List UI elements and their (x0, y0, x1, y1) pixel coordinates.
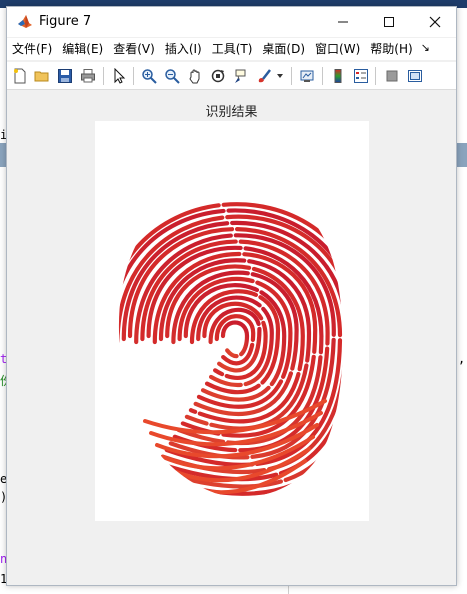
fingerprint-image[interactable] (95, 121, 369, 521)
print-icon[interactable] (79, 67, 97, 85)
brush-dropdown-icon[interactable] (275, 67, 285, 85)
rotate-3d-icon[interactable] (209, 67, 227, 85)
window-title: Figure 7 (39, 14, 92, 29)
zoom-in-icon[interactable] (140, 67, 158, 85)
toolbar-separator (375, 67, 376, 85)
menu-window[interactable]: 窗口(W) (310, 38, 365, 60)
show-tools-icon[interactable] (406, 67, 424, 85)
toolbar-separator (291, 67, 292, 85)
figure-window: Figure 7 文件(F) 编辑(E) 查看(V) 插入(I) 工具(T) 桌… (6, 6, 457, 586)
toolbar-separator (322, 67, 323, 85)
menu-insert[interactable]: 插入(I) (160, 38, 207, 60)
menu-bar: 文件(F) 编辑(E) 查看(V) 插入(I) 工具(T) 桌面(D) 窗口(W… (7, 38, 456, 60)
legend-icon[interactable] (352, 67, 370, 85)
background-code-fragment: , (458, 352, 466, 366)
hide-tools-icon[interactable] (383, 67, 401, 85)
link-plot-icon[interactable] (298, 67, 316, 85)
menu-view[interactable]: 查看(V) (108, 38, 160, 60)
title-bar[interactable]: Figure 7 (7, 7, 456, 37)
new-figure-icon[interactable] (11, 67, 29, 85)
plot-area: 识别结果 (7, 91, 456, 585)
menu-tools[interactable]: 工具(T) (207, 38, 258, 60)
save-icon[interactable] (56, 67, 74, 85)
menu-help[interactable]: 帮助(H) (365, 38, 417, 60)
close-button[interactable] (412, 7, 458, 37)
pointer-icon[interactable] (110, 67, 128, 85)
menu-desktop[interactable]: 桌面(D) (257, 38, 310, 60)
toolbar-separator (133, 67, 134, 85)
matlab-logo-icon (17, 14, 33, 30)
menu-edit[interactable]: 编辑(E) (57, 38, 108, 60)
axes-title: 识别结果 (205, 105, 258, 120)
toolbar-separator (103, 67, 104, 85)
figure-toolbar (7, 62, 456, 90)
open-file-icon[interactable] (33, 67, 51, 85)
pan-icon[interactable] (186, 67, 204, 85)
fingerprint-ridge (220, 320, 250, 359)
zoom-out-icon[interactable] (163, 67, 181, 85)
menu-overflow-icon[interactable]: ↘ (418, 38, 433, 60)
fingerprint-graphic (118, 202, 343, 496)
maximize-button[interactable] (366, 7, 412, 37)
brush-icon[interactable] (255, 67, 273, 85)
minimize-button[interactable] (320, 7, 366, 37)
colorbar-icon[interactable] (329, 67, 347, 85)
data-cursor-icon[interactable] (232, 67, 250, 85)
menu-file[interactable]: 文件(F) (7, 38, 57, 60)
